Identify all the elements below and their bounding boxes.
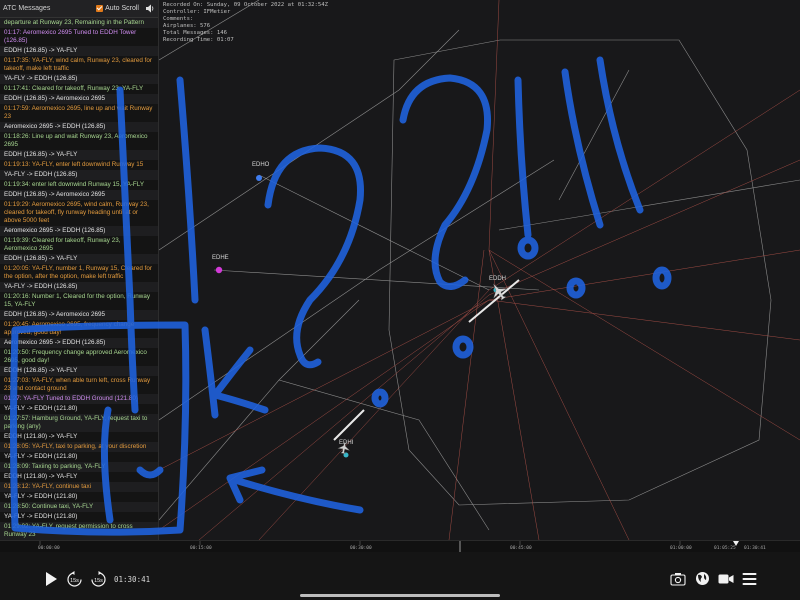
recording-time: Recording Time: 01:07 (163, 37, 234, 43)
timeline-label: 00:45:00 (510, 546, 532, 551)
radar-map[interactable]: EDHO EDHE EDDH EDHI (159, 0, 800, 540)
atc-message: 01:20:05: YA-FLY, number 1, Runway 15, C… (0, 264, 158, 282)
timeline-label: 01:30:41 (744, 546, 766, 551)
current-time: 01:30:41 (114, 575, 151, 584)
airport-markers (215, 175, 499, 458)
atc-message: Aeromexico 2695 -> EDDH (126.85) (0, 226, 158, 236)
atc-message: 01:17: Aeromexico 2695 Tuned to EDDH Tow… (0, 28, 158, 46)
atc-message: YA-FLY -> EDDH (121.80) (0, 492, 158, 502)
atc-message: 01:27:57: Hamburg Ground, YA-FLY, reques… (0, 414, 158, 432)
camera-icon[interactable] (670, 572, 686, 586)
atc-messages-panel: ATC Messages Auto Scroll departure at Ru… (0, 0, 159, 540)
home-indicator (300, 594, 500, 597)
airport-marker-edhe (215, 266, 223, 274)
airport-label-edhi[interactable]: EDHI (339, 440, 353, 446)
atc-message: departure at Runway 23, Remaining in the… (0, 18, 158, 28)
runway-lines (333, 279, 520, 441)
atc-message: 01:28:50: Continue taxi, YA-FLY (0, 502, 158, 512)
airspace-boundary (388, 39, 772, 506)
recorded-on: Recorded On: Sunday, 09 October 2022 at … (163, 2, 329, 8)
atc-message: YA-FLY -> EDDH (126.85) (0, 170, 158, 180)
atc-message: 01:28:09: Taxiing to parking, YA-FLY (0, 462, 158, 472)
timeline-label: 00:15:00 (190, 546, 212, 551)
atc-message: 01:27:03: YA-FLY, when able turn left, c… (0, 376, 158, 394)
forward-label: 15s (94, 578, 103, 584)
auto-scroll-toggle[interactable]: Auto Scroll (96, 5, 139, 12)
comments: Comments: (163, 16, 194, 22)
rewind-15-icon[interactable]: 15s (66, 571, 83, 588)
speaker-icon[interactable] (145, 4, 155, 13)
play-icon[interactable] (43, 571, 59, 587)
atc-message: YA-FLY -> EDDH (121.80) (0, 452, 158, 462)
atc-message: YA-FLY -> EDDH (121.80) (0, 404, 158, 414)
airport-label-eddh[interactable]: EDDH (489, 276, 506, 282)
timeline-label: 00:30:00 (350, 546, 372, 551)
atc-message: EDDH (121.80) -> YA-FLY (0, 432, 158, 442)
atc-message: EDDH (126.85) -> YA-FLY (0, 150, 158, 160)
rewind-label: 15s (70, 578, 79, 584)
forward-15-icon[interactable]: 15s (90, 571, 107, 588)
atc-message: 01:17:59: Aeromexico 2695, line up and w… (0, 104, 158, 122)
map-canvas (159, 0, 800, 540)
atc-message: EDDH (126.85) -> Aeromexico 2695 (0, 310, 158, 320)
atc-message: 01:20:50: Frequency change approved Aero… (0, 348, 158, 366)
atc-message: 01:29:02: YA-FLY, request permission to … (0, 522, 158, 540)
recording-info: Recorded On: Sunday, 09 October 2022 at … (163, 2, 328, 44)
globe-icon[interactable] (695, 571, 710, 586)
message-list[interactable]: departure at Runway 23, Remaining in the… (0, 18, 158, 540)
atc-message: EDDH (126.85) -> Aeromexico 2695 (0, 94, 158, 104)
controller: Controller: IFMetier (163, 9, 231, 15)
atc-message: 01:27: YA-FLY Tuned to EDDH Ground (121.… (0, 394, 158, 404)
atc-title: ATC Messages (3, 5, 51, 12)
atc-message: Aeromexico 2695 -> EDDH (126.85) (0, 122, 158, 132)
atc-message: EDDH (126.85) -> YA-FLY (0, 46, 158, 56)
runway-15 (333, 409, 365, 441)
atc-message: YA-FLY -> EDDH (126.85) (0, 282, 158, 292)
atc-message: 01:17:41: Cleared for takeoff, Runway 23… (0, 84, 158, 94)
airport-label-edhe[interactable]: EDHE (212, 255, 229, 261)
airplanes-count: Airplanes: 576 (163, 23, 211, 29)
atc-message: EDDH (126.85) -> Aeromexico 2695 (0, 190, 158, 200)
atc-message: EDDH (126.85) -> YA-FLY (0, 366, 158, 376)
total-messages: Total Messages: 146 (163, 30, 227, 36)
atc-message: EDDH (126.85) -> YA-FLY (0, 254, 158, 264)
timeline-label: 01:05:25 (714, 546, 736, 551)
atc-header: ATC Messages Auto Scroll (0, 0, 158, 18)
menu-icon[interactable] (742, 572, 757, 586)
atc-message: 01:17:35: YA-FLY, wind calm, Runway 23, … (0, 56, 158, 74)
timeline-label: 01:00:00 (670, 546, 692, 551)
checkbox-icon[interactable] (96, 5, 104, 12)
atc-message: 01:20:45: Aeromexico 2695, frequency cha… (0, 320, 158, 338)
atc-message: 01:19:39: Cleared for takeoff, Runway 23… (0, 236, 158, 254)
atc-message: 01:20:16: Number 1, Cleared for the opti… (0, 292, 158, 310)
airport-label-edho[interactable]: EDHO (252, 162, 269, 168)
airport-marker-edho (256, 175, 262, 181)
atc-message: 01:19:13: YA-FLY, enter left downwind Ru… (0, 160, 158, 170)
atc-message: 01:28:12: YA-FLY, continue taxi (0, 482, 158, 492)
atc-message: 01:19:29: Aeromexico 2695, wind calm, Ru… (0, 200, 158, 226)
atc-message: 01:18:26: Line up and wait Runway 23, Ae… (0, 132, 158, 150)
atc-message: EDDH (121.80) -> YA-FLY (0, 472, 158, 482)
video-icon[interactable] (718, 573, 734, 585)
atc-message: 01:19:34: enter left downwind Runway 15,… (0, 180, 158, 190)
atc-message: YA-FLY -> EDDH (126.85) (0, 74, 158, 84)
auto-scroll-label: Auto Scroll (105, 5, 139, 12)
atc-message: 01:28:05: YA-FLY, taxi to parking, at yo… (0, 442, 158, 452)
atc-message: Aeromexico 2695 -> EDDH (126.85) (0, 338, 158, 348)
atc-message: YA-FLY -> EDDH (121.80) (0, 512, 158, 522)
timeline-label: 00:00:00 (38, 546, 60, 551)
